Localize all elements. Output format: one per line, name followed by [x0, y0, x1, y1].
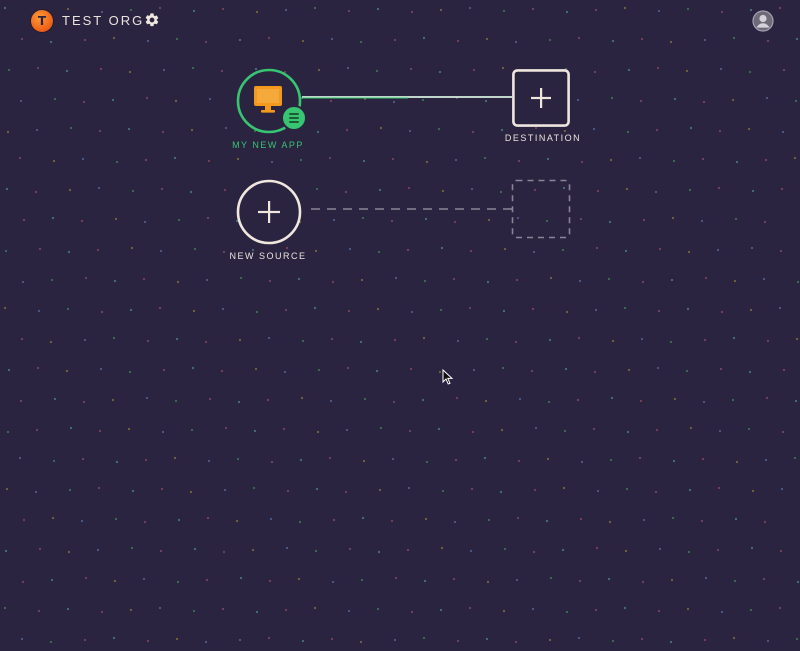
placeholder-destination-box — [511, 179, 571, 239]
list-icon[interactable] — [281, 105, 307, 131]
source-app-graphic — [236, 68, 307, 134]
destination-label: DESTINATION — [504, 133, 582, 143]
pipeline-connections — [302, 96, 512, 210]
new-source-graphic — [236, 179, 302, 245]
new-source-label: NEW SOURCE — [229, 251, 307, 261]
destination-graphic — [512, 69, 570, 127]
source-app-label: MY NEW APP — [232, 140, 304, 150]
add-destination-button[interactable] — [512, 69, 570, 127]
source-app-node[interactable] — [236, 68, 307, 134]
add-source-button[interactable] — [236, 179, 302, 245]
mouse-cursor-icon — [442, 369, 454, 385]
